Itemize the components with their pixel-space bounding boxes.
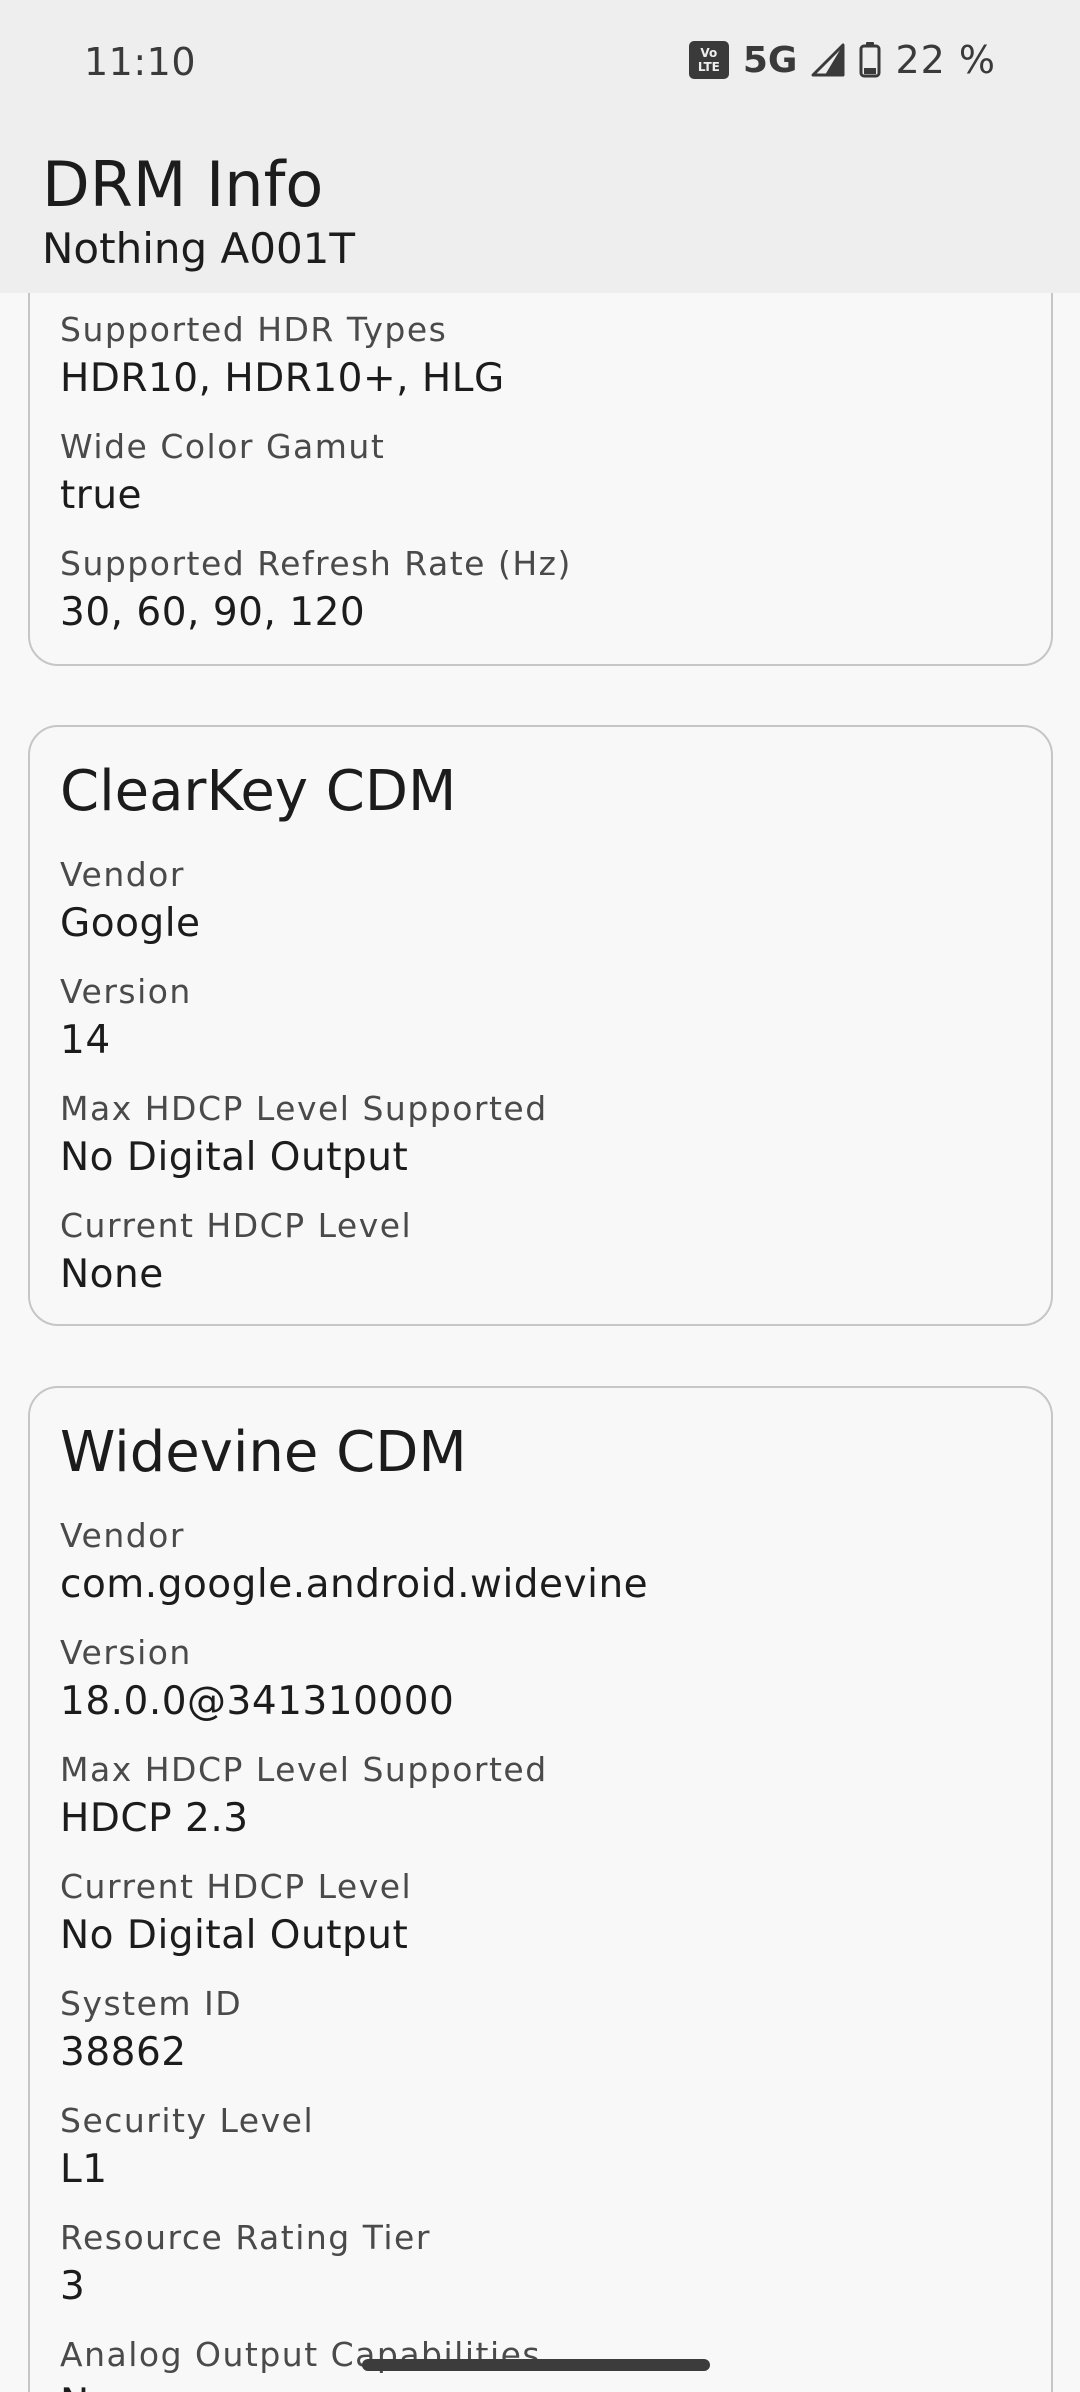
field-value: N xyxy=(60,2381,90,2392)
field-value: 30, 60, 90, 120 xyxy=(60,590,366,635)
field-label: Vendor xyxy=(60,855,185,894)
field-value: true xyxy=(60,473,143,518)
field-label: Vendor xyxy=(60,1516,185,1555)
card-title: ClearKey CDM xyxy=(60,759,457,824)
field-value: com.google.android.widevine xyxy=(60,1562,649,1607)
screen: Supported HDR Types HDR10, HDR10+, HLG W… xyxy=(0,0,1080,2392)
volte-icon-bottom: LTE xyxy=(697,60,720,74)
field-value: Google xyxy=(60,901,201,946)
field-value: 38862 xyxy=(60,2030,187,2075)
field-label: Wide Color Gamut xyxy=(60,427,386,466)
field-label: Current HDCP Level xyxy=(60,1206,413,1245)
field-value: 14 xyxy=(60,1018,111,1063)
field-label: Max HDCP Level Supported xyxy=(60,1750,548,1789)
field-value: L1 xyxy=(60,2147,108,2192)
field-value: 18.0.0@341310000 xyxy=(60,1679,455,1724)
field-label: Current HDCP Level xyxy=(60,1867,413,1906)
volte-icon-top: Vo xyxy=(700,46,718,60)
device-subtitle: Nothing A001T xyxy=(42,224,356,273)
field-value: 3 xyxy=(60,2264,86,2309)
field-label: Max HDCP Level Supported xyxy=(60,1089,548,1128)
status-icons: Vo LTE 5G 22 % xyxy=(688,38,996,82)
signal-icon xyxy=(811,43,845,77)
field-value: HDCP 2.3 xyxy=(60,1796,249,1841)
widevine-cdm-card: Widevine CDM Vendor com.google.android.w… xyxy=(28,1386,1053,2392)
app-bar: DRM Info Nothing A001T xyxy=(0,128,1080,293)
field-value: No Digital Output xyxy=(60,1135,409,1180)
scroll-content[interactable]: Supported HDR Types HDR10, HDR10+, HLG W… xyxy=(0,0,1080,2392)
status-time: 11:10 xyxy=(84,40,197,84)
field-label: Supported Refresh Rate (Hz) xyxy=(60,544,572,583)
app-title: DRM Info xyxy=(42,148,324,221)
battery-percent: 22 % xyxy=(895,38,996,82)
field-value: HDR10, HDR10+, HLG xyxy=(60,356,505,401)
battery-icon xyxy=(859,42,881,78)
field-label: System ID xyxy=(60,1984,243,2023)
field-label: Supported HDR Types xyxy=(60,310,448,349)
network-type: 5G xyxy=(742,39,798,81)
field-label: Version xyxy=(60,1633,192,1672)
field-label: Security Level xyxy=(60,2101,315,2140)
card-title: Widevine CDM xyxy=(60,1420,467,1485)
field-value: None xyxy=(60,1252,164,1297)
field-label: Resource Rating Tier xyxy=(60,2218,431,2257)
field-value: No Digital Output xyxy=(60,1913,409,1958)
clearkey-cdm-card: ClearKey CDM Vendor Google Version 14 Ma… xyxy=(28,725,1053,1326)
status-bar: 11:10 Vo LTE 5G 22 % xyxy=(0,0,1080,128)
volte-icon: Vo LTE xyxy=(688,41,729,79)
gesture-nav-handle[interactable] xyxy=(362,2359,710,2371)
field-label: Version xyxy=(60,972,192,1011)
